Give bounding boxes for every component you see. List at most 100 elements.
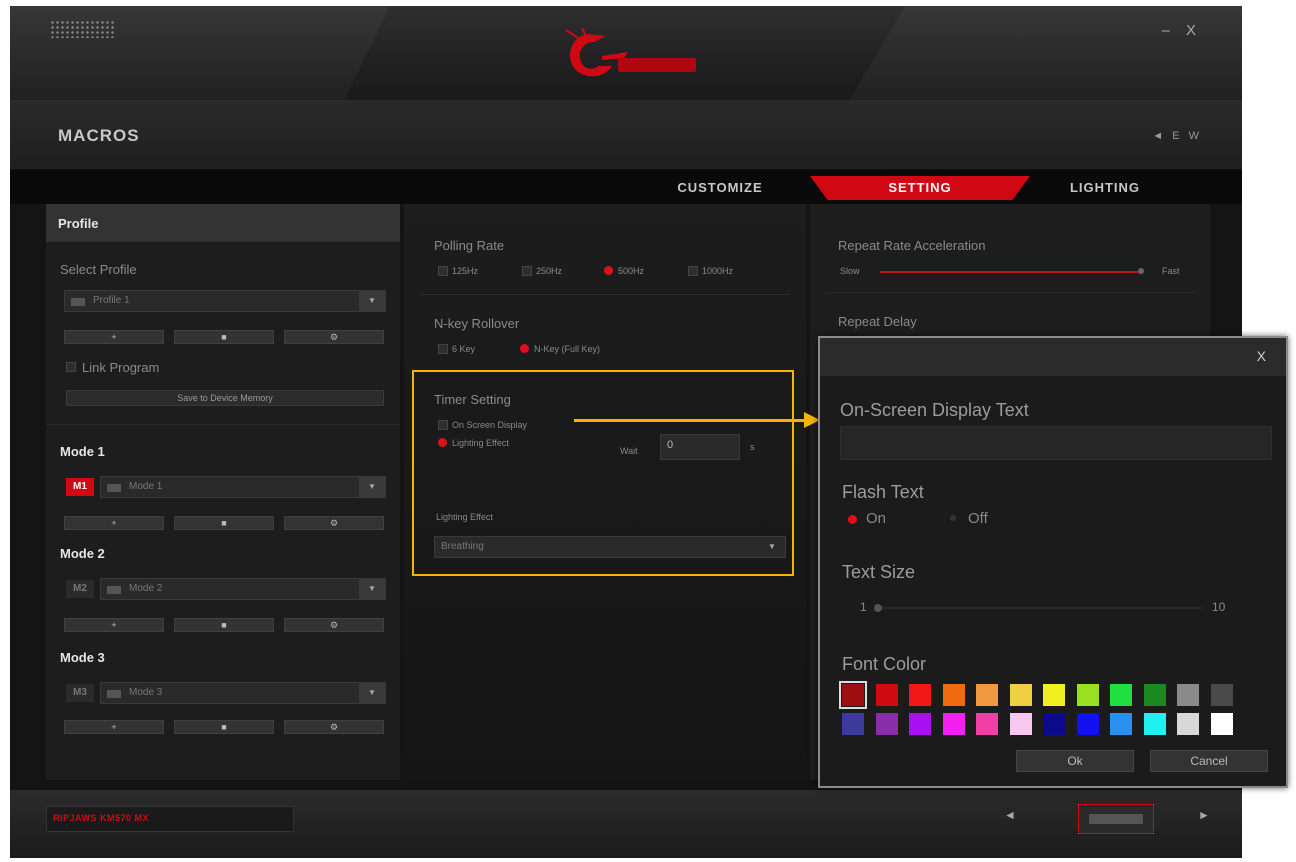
polling-250-radio[interactable] [522, 266, 532, 276]
keyboard-icon [107, 690, 121, 698]
color-swatch[interactable] [976, 684, 998, 706]
mode-3-buttons: + ■ ⚙ [64, 720, 384, 734]
color-swatch[interactable] [1043, 684, 1065, 706]
color-swatch[interactable] [1009, 684, 1032, 706]
flash-on-radio[interactable] [848, 515, 857, 524]
mode-1-selected: Mode 1 [129, 481, 163, 492]
polling-500-label: 500Hz [618, 266, 645, 276]
color-swatch[interactable] [942, 713, 965, 735]
mode-3-dropdown[interactable]: Mode 3 ▼ [100, 682, 386, 704]
add-profile-button[interactable]: + [64, 330, 164, 344]
minimize-button[interactable]: – [1161, 22, 1175, 39]
color-swatch[interactable] [1143, 713, 1166, 735]
color-swatch[interactable] [839, 681, 867, 709]
color-swatch[interactable] [942, 684, 965, 706]
text-size-slider-thumb[interactable] [874, 604, 882, 612]
mode-3-badge[interactable]: M3 [66, 684, 94, 702]
text-size-min: 1 [860, 600, 867, 614]
delete-mode-2-button[interactable]: ■ [174, 618, 274, 632]
dialog-titlebar[interactable]: X [820, 338, 1286, 376]
text-size-max: 10 [1212, 600, 1226, 614]
color-swatch[interactable] [875, 713, 898, 735]
footer: RIPJAWS KM570 MX ◄ ► [10, 790, 1242, 858]
mode-2-heading: Mode 2 [60, 546, 105, 561]
next-device-arrow-icon[interactable]: ► [1198, 808, 1210, 822]
profile-buttons: + ■ ⚙ [64, 330, 384, 344]
color-swatch[interactable] [1043, 713, 1065, 735]
titlebar-facet-right [850, 6, 1242, 100]
fast-label: Fast [1162, 266, 1180, 276]
mode-1-settings-button[interactable]: ⚙ [284, 516, 384, 530]
polling-250-label: 250Hz [536, 266, 563, 276]
mode-2-settings-button[interactable]: ⚙ [284, 618, 384, 632]
profile-panel: Profile Select Profile Profile 1 ▼ + ■ ⚙… [46, 204, 400, 780]
mode-2-dropdown[interactable]: Mode 2 ▼ [100, 578, 386, 600]
mode-2-badge[interactable]: M2 [66, 580, 94, 598]
color-swatch[interactable] [1177, 684, 1199, 706]
mode-1-dropdown[interactable]: Mode 1 ▼ [100, 476, 386, 498]
delete-profile-button[interactable]: ■ [174, 330, 274, 344]
mode-1-heading: Mode 1 [60, 444, 105, 459]
color-swatch[interactable] [1177, 713, 1199, 735]
color-swatch[interactable] [976, 713, 998, 735]
chevron-down-icon: ▼ [359, 683, 385, 703]
prev-device-arrow-icon[interactable]: ◄ [1004, 808, 1016, 822]
close-button[interactable]: X [1186, 22, 1202, 39]
text-size-slider[interactable] [880, 607, 1202, 609]
save-to-device-button[interactable]: Save to Device Memory [66, 390, 384, 406]
page-title: MACROS [58, 126, 140, 145]
color-swatch[interactable] [1210, 684, 1233, 706]
add-mode-1-button[interactable]: + [64, 516, 164, 530]
nkey-6key-label: 6 Key [452, 344, 476, 354]
color-swatch[interactable] [1009, 713, 1032, 735]
mode-3-settings-button[interactable]: ⚙ [284, 720, 384, 734]
color-swatch[interactable] [1076, 713, 1099, 735]
color-swatch[interactable] [1076, 684, 1099, 706]
keyboard-device-thumbnail[interactable] [1078, 804, 1154, 834]
color-swatch[interactable] [1110, 684, 1132, 706]
color-swatch[interactable] [909, 713, 931, 735]
language-selector[interactable]: ◄ E W [1152, 130, 1202, 142]
delete-mode-1-button[interactable]: ■ [174, 516, 274, 530]
color-swatch[interactable] [842, 713, 864, 735]
dialog-close-button[interactable]: X [1257, 348, 1266, 364]
mode-2-selected: Mode 2 [129, 583, 163, 594]
add-mode-3-button[interactable]: + [64, 720, 164, 734]
delete-mode-3-button[interactable]: ■ [174, 720, 274, 734]
nkey-full-label: N-Key (Full Key) [534, 344, 601, 354]
polling-1000-radio[interactable] [688, 266, 698, 276]
color-swatch[interactable] [1110, 713, 1132, 735]
color-swatch[interactable] [909, 684, 931, 706]
gskill-logo [565, 28, 696, 77]
mode-3-selected: Mode 3 [129, 687, 163, 698]
repeat-accel-heading: Repeat Rate Acceleration [838, 238, 986, 253]
flash-off-radio[interactable] [950, 515, 956, 521]
tab-setting[interactable]: SETTING [810, 176, 1030, 200]
color-swatch[interactable] [1143, 684, 1166, 706]
profile-heading: Profile [58, 216, 99, 231]
model-box: RIPJAWS KM570 MX [46, 806, 294, 832]
profile-dropdown[interactable]: Profile 1 ▼ [64, 290, 386, 312]
color-swatch[interactable] [1210, 713, 1233, 735]
color-swatch[interactable] [875, 684, 898, 706]
keyboard-icon [107, 586, 121, 594]
ok-button[interactable]: Ok [1016, 750, 1134, 772]
polling-500-radio[interactable] [604, 266, 613, 275]
chevron-down-icon: ▼ [359, 579, 385, 599]
link-program-label: Link Program [82, 360, 160, 375]
add-mode-2-button[interactable]: + [64, 618, 164, 632]
cancel-button[interactable]: Cancel [1150, 750, 1268, 772]
tab-customize[interactable]: CUSTOMIZE [655, 176, 785, 200]
nkey-6key-radio[interactable] [438, 344, 448, 354]
nkey-full-radio[interactable] [520, 344, 529, 353]
tab-lighting[interactable]: LIGHTING [1040, 176, 1170, 200]
flash-on-label: On [866, 510, 887, 527]
polling-125-radio[interactable] [438, 266, 448, 276]
osd-text-input[interactable] [840, 426, 1272, 460]
profile-settings-button[interactable]: ⚙ [284, 330, 384, 344]
repeat-accel-slider[interactable] [880, 271, 1140, 273]
title-bar[interactable]: – X [10, 6, 1242, 100]
repeat-accel-thumb[interactable] [1138, 268, 1144, 274]
mode-1-badge[interactable]: M1 [66, 478, 94, 496]
link-program-checkbox[interactable] [66, 362, 76, 372]
